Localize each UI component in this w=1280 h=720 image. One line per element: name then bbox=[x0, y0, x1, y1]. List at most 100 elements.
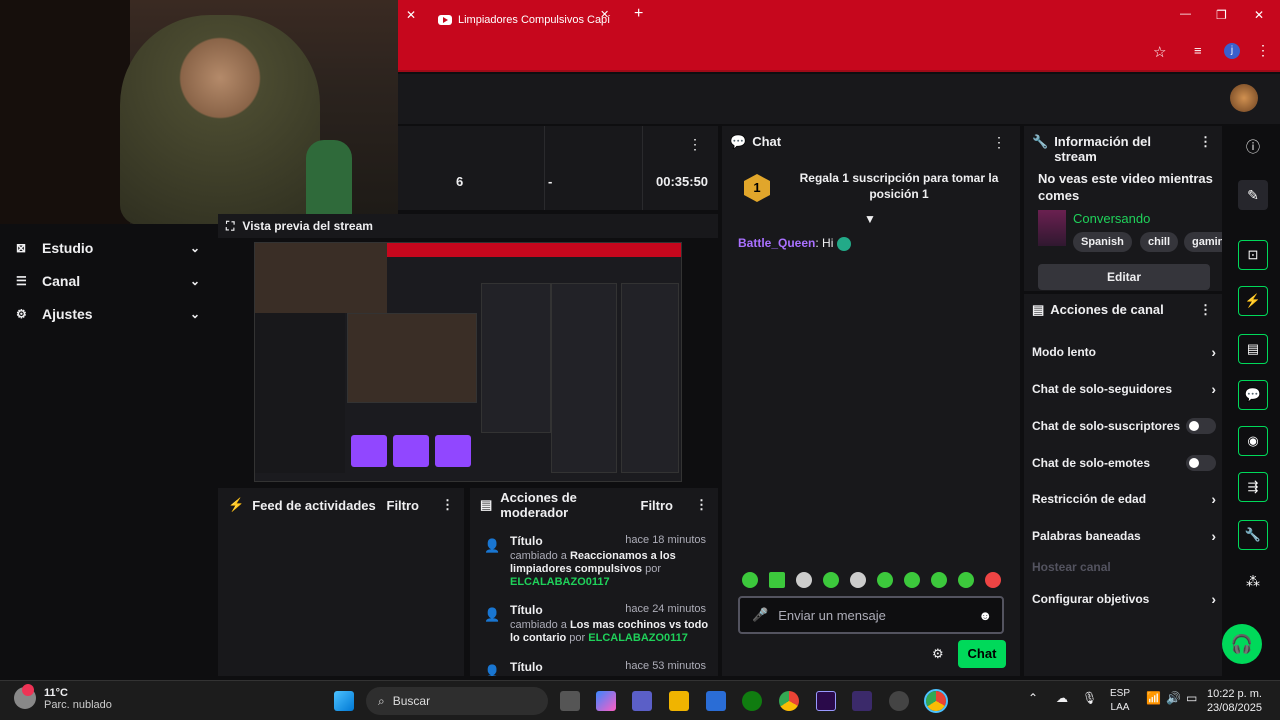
emote-icon[interactable] bbox=[931, 572, 947, 588]
emote-icon[interactable] bbox=[769, 572, 785, 588]
info-icon[interactable]: ⓘ bbox=[1238, 132, 1268, 162]
emote-icon[interactable] bbox=[796, 572, 812, 588]
profile-avatar[interactable]: j bbox=[1224, 43, 1240, 59]
broadcast-icon[interactable]: ◉ bbox=[1238, 426, 1268, 456]
premiere-icon[interactable] bbox=[816, 691, 836, 711]
action-banned-words[interactable]: Palabras baneadas › bbox=[1032, 528, 1216, 544]
action-followers-only[interactable]: Chat de solo-seguidores › bbox=[1032, 381, 1216, 397]
chat-settings-gear-icon[interactable]: ⚙ bbox=[932, 646, 944, 662]
copilot-icon[interactable] bbox=[596, 691, 616, 711]
tab-close-icon[interactable]: ✕ bbox=[600, 8, 609, 21]
volume-icon[interactable]: 🔊 bbox=[1166, 691, 1181, 705]
wrench-icon[interactable]: 🔧 bbox=[1238, 520, 1268, 550]
raid-icon[interactable]: ⇶ bbox=[1238, 472, 1268, 502]
chat-menu-icon[interactable]: ⋮ bbox=[992, 134, 1006, 151]
collapse-icon[interactable]: ▼ bbox=[864, 212, 876, 226]
stream-preview-header: ⛶ Vista previa del stream bbox=[218, 214, 718, 238]
chat-send-button[interactable]: Chat bbox=[958, 640, 1006, 668]
lightning-icon[interactable]: ⚡ bbox=[1238, 286, 1268, 316]
weather-widget[interactable]: 11°C Parc. nublado bbox=[14, 684, 112, 711]
mod-menu-icon[interactable]: ⋮ bbox=[695, 497, 708, 513]
teams-icon[interactable] bbox=[632, 691, 652, 711]
emote-icon[interactable] bbox=[958, 572, 974, 588]
browser-menu-icon[interactable]: ⋮ bbox=[1256, 42, 1270, 59]
file-explorer-icon[interactable] bbox=[669, 691, 689, 711]
chat-input[interactable]: 🎤 Enviar un mensaje ☻ bbox=[738, 596, 1004, 634]
subs-only-toggle[interactable] bbox=[1186, 418, 1216, 434]
user-avatar[interactable] bbox=[1230, 84, 1258, 112]
media-control-icon[interactable]: ≡ bbox=[1194, 43, 1202, 58]
emoji-picker-icon[interactable]: ☻ bbox=[978, 608, 992, 623]
battery-icon[interactable]: ▭ bbox=[1186, 691, 1197, 705]
chevron-up-icon[interactable]: ⌃ bbox=[1028, 691, 1038, 705]
tab-close-icon[interactable]: ✕ bbox=[406, 8, 416, 22]
actions-menu-icon[interactable]: ⋮ bbox=[1199, 302, 1212, 318]
stream-stats-panel: ⋮ 6 - 00:35:50 bbox=[398, 126, 718, 210]
tag-chill[interactable]: chill bbox=[1140, 232, 1179, 252]
feed-menu-icon[interactable]: ⋮ bbox=[441, 497, 454, 513]
emote-icon[interactable] bbox=[742, 572, 758, 588]
notes-icon[interactable]: ▤ bbox=[1238, 334, 1268, 364]
start-button-icon[interactable] bbox=[334, 691, 354, 711]
extensions-icon[interactable]: ⁂ bbox=[1238, 566, 1268, 596]
emotes-only-toggle[interactable] bbox=[1186, 455, 1216, 471]
sidebar-item-estudio[interactable]: ⊠ Estudio ⌄ bbox=[16, 240, 200, 256]
new-tab-button[interactable]: + bbox=[634, 5, 643, 23]
system-clock[interactable]: 10:22 p. m. 23/08/2025 bbox=[1207, 687, 1262, 715]
stats-menu-icon[interactable]: ⋮ bbox=[688, 136, 702, 153]
info-menu-icon[interactable]: ⋮ bbox=[1199, 134, 1212, 164]
task-view-icon[interactable] bbox=[560, 691, 580, 711]
wifi-icon[interactable]: 📶 bbox=[1146, 691, 1161, 705]
action-slow-mode[interactable]: Modo lento › bbox=[1032, 344, 1216, 360]
tag-spanish[interactable]: Spanish bbox=[1073, 232, 1132, 252]
action-goals[interactable]: Configurar objetivos › bbox=[1032, 591, 1216, 607]
chrome-icon[interactable] bbox=[779, 691, 799, 711]
store-icon[interactable] bbox=[706, 691, 726, 711]
feed-filter-button[interactable]: Filtro bbox=[387, 498, 420, 513]
gift-sub-banner[interactable]: 1 Regala 1 suscripción para tomar la pos… bbox=[744, 170, 1014, 210]
chevron-down-icon: ⌄ bbox=[189, 274, 200, 288]
microphone-icon[interactable]: 🎤 bbox=[752, 607, 768, 623]
chevron-right-icon: › bbox=[1211, 491, 1216, 507]
action-age-restriction[interactable]: Restricción de edad › bbox=[1032, 491, 1216, 507]
action-subs-only[interactable]: Chat de solo-suscriptores bbox=[1032, 418, 1216, 434]
stream-category[interactable]: Conversando bbox=[1073, 211, 1150, 226]
microphone-icon[interactable]: 🎙 bbox=[1082, 691, 1097, 705]
sidebar-item-ajustes[interactable]: ⚙ Ajustes ⌄ bbox=[16, 306, 200, 322]
search-icon: ⌕ bbox=[378, 693, 385, 708]
chrome-active-icon[interactable] bbox=[924, 689, 948, 713]
xbox-icon[interactable] bbox=[742, 691, 762, 711]
tray-icon[interactable]: ☁ bbox=[1056, 691, 1068, 705]
gift-rank-badge: 1 bbox=[744, 174, 770, 202]
obs-icon[interactable] bbox=[852, 691, 872, 711]
clock-time: 10:22 p. m. bbox=[1206, 688, 1262, 700]
tag-gaming[interactable]: gaming bbox=[1184, 232, 1222, 252]
taskbar-search[interactable]: ⌕ Buscar bbox=[366, 687, 548, 715]
emote-icon[interactable] bbox=[985, 572, 1001, 588]
bookmark-star-icon[interactable]: ☆ bbox=[1153, 43, 1166, 61]
pencil-icon[interactable]: ✎ bbox=[1238, 180, 1268, 210]
close-window-button[interactable]: ✕ bbox=[1254, 8, 1264, 22]
input-language[interactable]: ESP LAA bbox=[1110, 687, 1130, 715]
sidebar-item-canal[interactable]: ☰ Canal ⌄ bbox=[16, 273, 200, 289]
mod-filter-button[interactable]: Filtro bbox=[641, 498, 674, 513]
wrench-icon: 🔧 bbox=[1032, 134, 1049, 149]
emote-icon bbox=[836, 236, 851, 251]
emote-icon[interactable] bbox=[877, 572, 893, 588]
edit-stream-info-button[interactable]: Editar bbox=[1038, 264, 1210, 290]
headset-icon[interactable]: 🎧 bbox=[1222, 624, 1262, 664]
stream-preview-video[interactable] bbox=[254, 242, 682, 482]
action-emotes-only[interactable]: Chat de solo-emotes bbox=[1032, 455, 1216, 471]
chat-username[interactable]: Battle_Queen bbox=[738, 236, 815, 250]
emote-icon[interactable] bbox=[904, 572, 920, 588]
stream-title: No veas este video mientras comes bbox=[1038, 171, 1213, 203]
maximize-button[interactable]: ❐ bbox=[1216, 8, 1227, 22]
minimize-button[interactable]: — bbox=[1180, 8, 1191, 20]
clip-icon[interactable]: ⊡ bbox=[1238, 240, 1268, 270]
emote-icon[interactable] bbox=[823, 572, 839, 588]
action-label: Modo lento bbox=[1032, 345, 1096, 359]
chat-icon[interactable]: 💬 bbox=[1238, 380, 1268, 410]
weather-icon bbox=[14, 684, 36, 709]
app-icon[interactable] bbox=[889, 691, 909, 711]
emote-icon[interactable] bbox=[850, 572, 866, 588]
